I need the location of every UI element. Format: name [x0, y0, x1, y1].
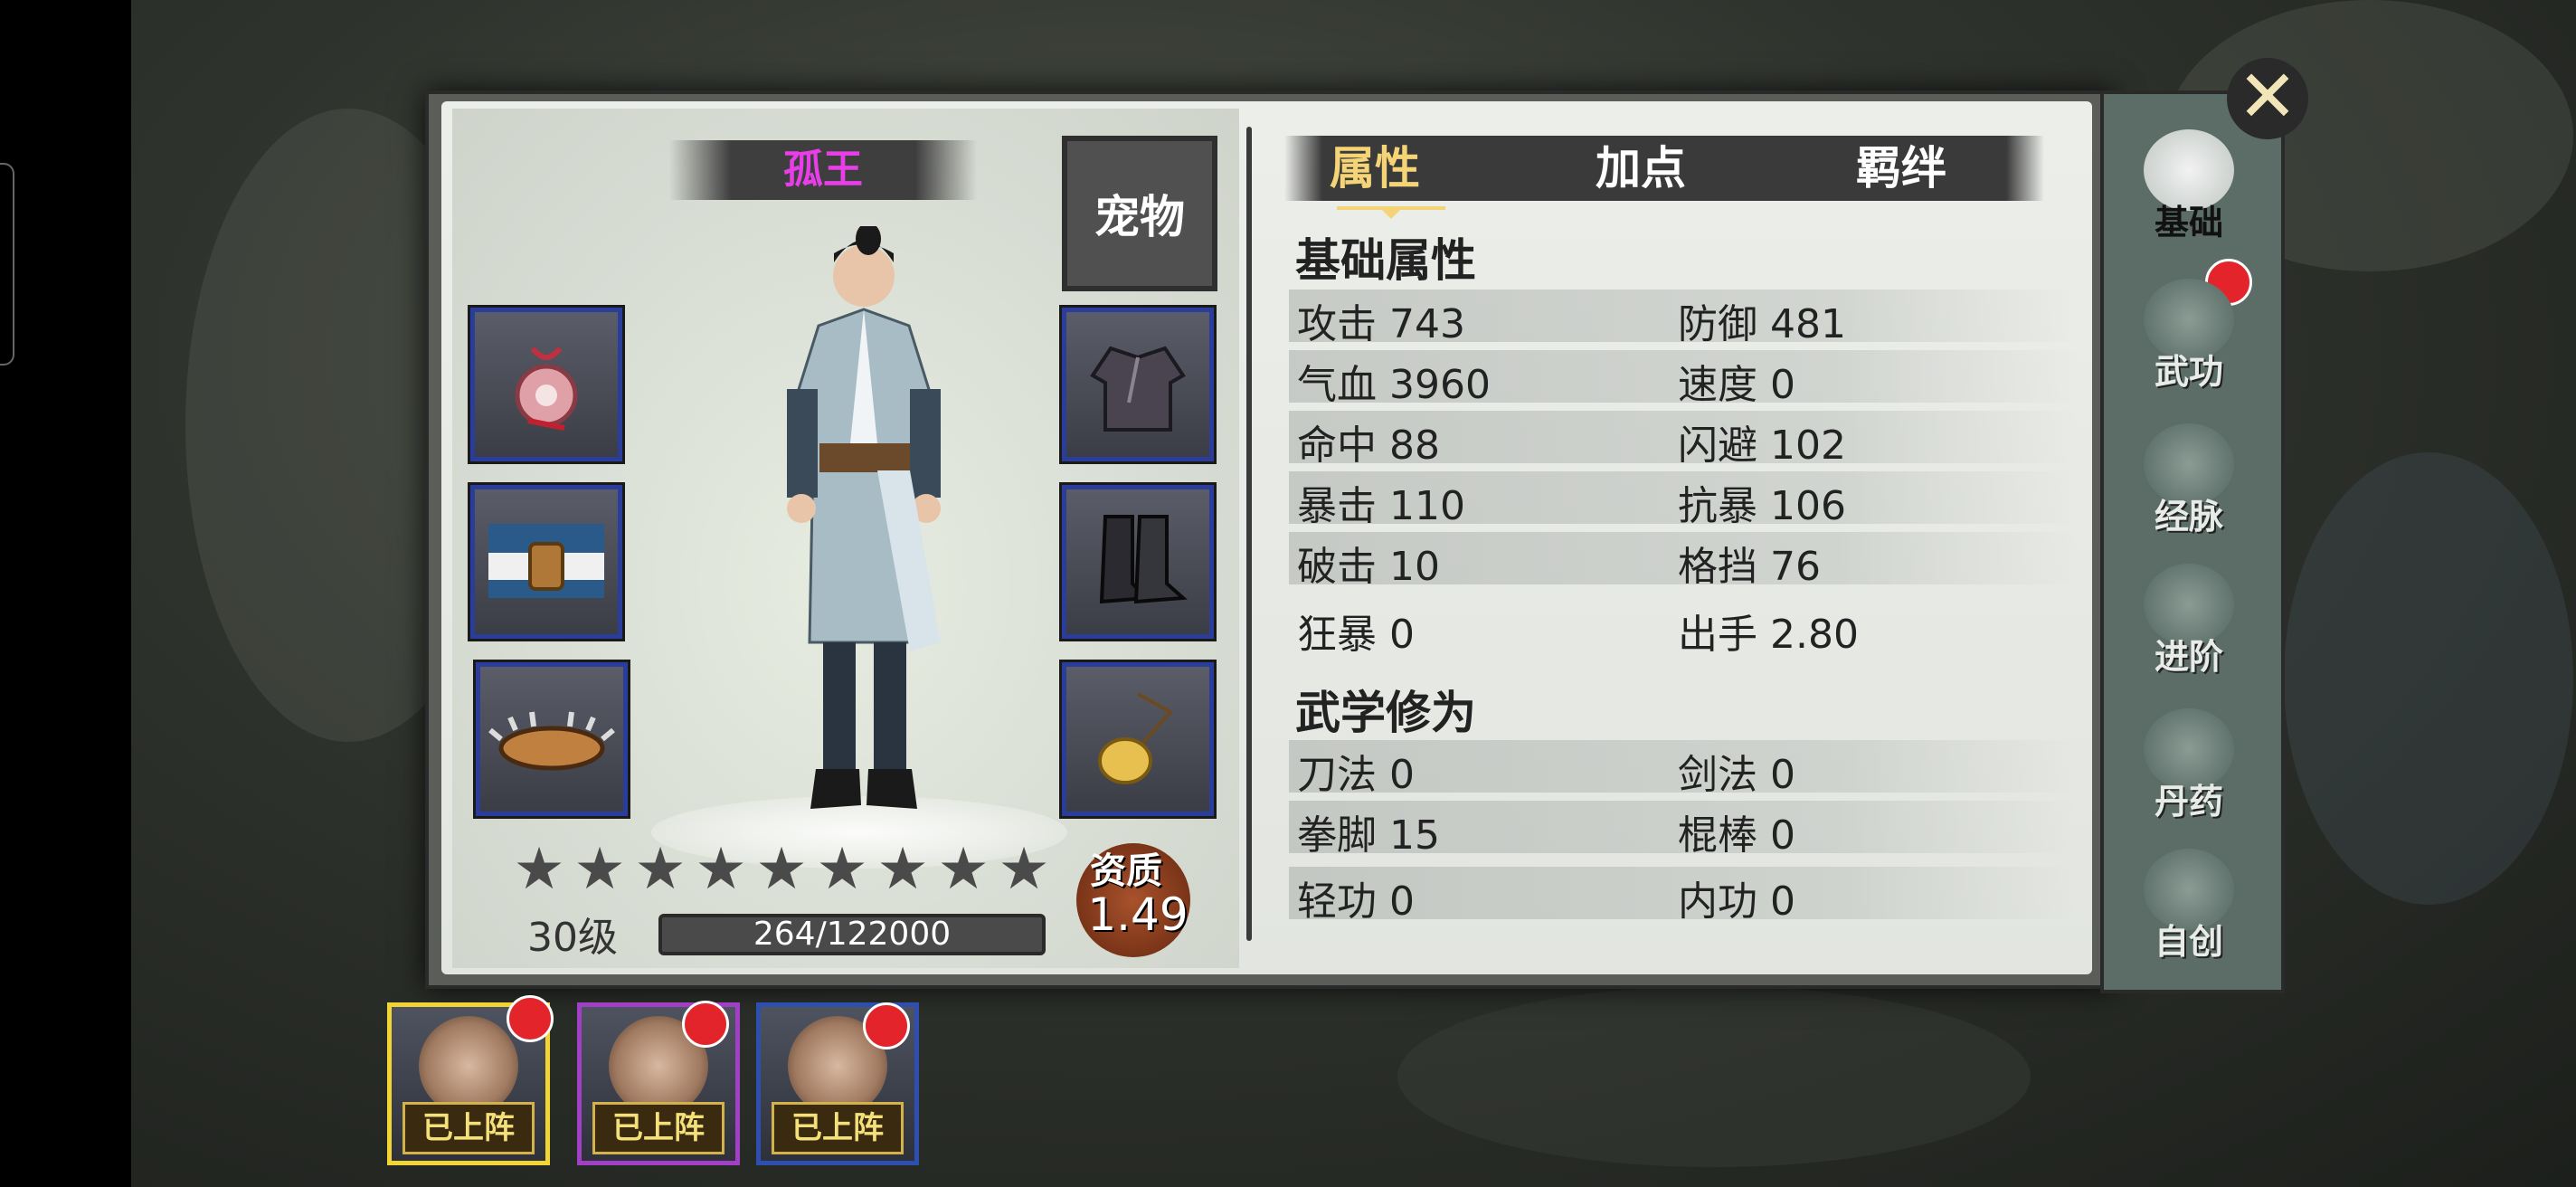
stat-lightness: 轻功 0 [1297, 878, 1415, 925]
stat-frenzy: 狂暴 0 [1297, 612, 1415, 658]
stat-break: 破击 10 [1297, 544, 1440, 590]
martial-arts-title: 武学修为 [1295, 686, 1476, 739]
stat-staff: 棍棒 0 [1678, 812, 1795, 859]
party-status-label: 已上阵 [772, 1102, 904, 1154]
boots-icon [1099, 515, 1188, 604]
equip-slot-pendant[interactable] [1062, 662, 1214, 816]
nav-martial-arts-label: 武功 [2154, 351, 2223, 392]
notification-dot [863, 1002, 910, 1049]
basic-attributes-title: 基础属性 [1295, 233, 1476, 287]
avatar [419, 1016, 518, 1116]
close-button[interactable]: ✕ [2227, 58, 2308, 139]
panel-divider [1246, 127, 1252, 941]
star-icon: ★ [634, 836, 687, 903]
equip-slot-amulet[interactable] [470, 308, 622, 461]
bracers-icon [488, 711, 615, 771]
tab-active-indicator [1337, 206, 1445, 219]
nav-advance[interactable]: 进阶 [2126, 552, 2252, 679]
stat-attack: 攻击 743 [1297, 301, 1465, 347]
aptitude-value: 1.49 [1087, 888, 1189, 941]
equip-slot-belt[interactable] [470, 485, 622, 639]
star-icon: ★ [695, 836, 747, 903]
xp-text: 264/122000 [753, 916, 952, 953]
stat-crit-resist: 抗暴 106 [1678, 483, 1846, 529]
stat-block: 格挡 76 [1678, 544, 1821, 590]
tab-add-points[interactable]: 加点 [1596, 136, 1686, 201]
nav-meridians[interactable]: 经脉 [2126, 412, 2252, 538]
nav-elixirs-label: 丹药 [2154, 781, 2223, 821]
stat-evasion: 闪避 102 [1678, 423, 1846, 469]
nav-basic[interactable]: 基础 [2126, 118, 2252, 244]
hero-character-model [787, 226, 941, 809]
close-icon: ✕ [2237, 54, 2298, 138]
nav-elixirs[interactable]: 丹药 [2126, 697, 2252, 823]
nav-self-create[interactable]: 自创 [2126, 837, 2252, 964]
nav-meridians-label: 经脉 [2154, 496, 2223, 537]
party-status-label: 已上阵 [402, 1102, 535, 1154]
aptitude-badge[interactable]: 资质 1.49 [1067, 832, 1203, 959]
stat-fist: 拳脚 15 [1297, 812, 1440, 859]
nav-self-create-label: 自创 [2154, 921, 2223, 962]
equip-slot-robe[interactable] [1062, 308, 1214, 461]
stat-action: 出手 2.80 [1678, 612, 1859, 658]
amulet-icon [515, 347, 578, 431]
stat-crit: 暴击 110 [1297, 483, 1465, 529]
screen-edge [0, 0, 131, 1187]
nav-advance-label: 进阶 [2154, 636, 2223, 677]
pet-button[interactable]: 宠物 [1062, 136, 1217, 291]
party-status-label: 已上阵 [592, 1102, 724, 1154]
stat-hp: 气血 3960 [1297, 362, 1491, 408]
nav-basic-label: 基础 [2154, 202, 2223, 242]
nav-martial-arts[interactable]: 武功 [2126, 267, 2252, 394]
aptitude-label: 资质 [1090, 850, 1162, 892]
stat-accuracy: 命中 88 [1297, 423, 1440, 469]
edge-notch [0, 163, 14, 366]
tab-attributes[interactable]: 属性 [1330, 136, 1420, 201]
notification-dot [682, 1001, 729, 1048]
equip-slot-bracers[interactable] [476, 662, 628, 816]
star-icon: ★ [816, 836, 868, 903]
star-icon: ★ [876, 836, 929, 903]
pendant-icon [1098, 692, 1174, 784]
character-name: 孤王 [783, 147, 863, 193]
stat-speed: 速度 0 [1678, 362, 1795, 408]
belt-icon [488, 524, 604, 598]
star-icon: ★ [937, 836, 990, 903]
star-icon: ★ [513, 836, 565, 903]
stat-blade: 刀法 0 [1297, 752, 1415, 798]
notification-dot [507, 995, 554, 1042]
robe-icon [1090, 346, 1186, 432]
character-level: 30级 [527, 915, 618, 961]
equip-slot-boots[interactable] [1062, 485, 1214, 639]
star-icon: ★ [573, 836, 626, 903]
star-rating: ★ ★ ★ ★ ★ ★ ★ ★ ★ [511, 836, 1052, 903]
star-icon: ★ [998, 836, 1050, 903]
star-icon: ★ [755, 836, 808, 903]
tab-bonds[interactable]: 羁绊 [1856, 136, 1946, 201]
stat-sword: 剑法 0 [1678, 752, 1795, 798]
stat-defense: 防御 481 [1678, 301, 1846, 347]
stat-inner-power: 内功 0 [1678, 878, 1795, 925]
